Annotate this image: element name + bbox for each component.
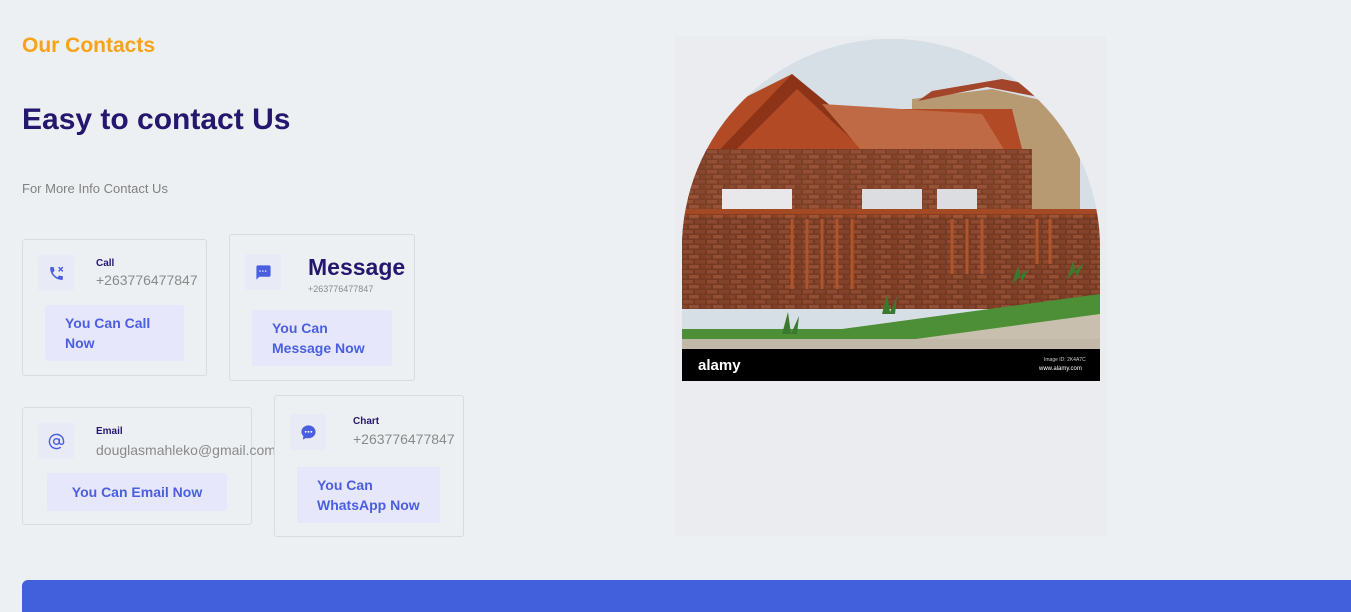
watermark-site: www.alamy.com bbox=[1038, 366, 1082, 372]
message-number: +263776477847 bbox=[308, 284, 374, 294]
call-number: +263776477847 bbox=[96, 272, 198, 288]
at-icon bbox=[38, 423, 74, 459]
email-card: Email douglasmahleko@gmail.com You Can E… bbox=[22, 407, 276, 525]
phone-icon bbox=[38, 255, 74, 291]
message-icon bbox=[245, 254, 281, 290]
call-card: Call +263776477847 You Can Call Now bbox=[22, 239, 207, 376]
message-button[interactable]: You Can Message Now bbox=[252, 310, 392, 366]
watermark-logo: alamy bbox=[698, 357, 741, 374]
chat-card: Chart +263776477847 You Can WhatsApp Now bbox=[274, 395, 464, 537]
section-subtitle: For More Info Contact Us bbox=[22, 181, 168, 196]
watermark-id: Image ID: 2K4A7C bbox=[1044, 357, 1086, 363]
email-address: douglasmahleko@gmail.com bbox=[96, 442, 276, 458]
email-button[interactable]: You Can Email Now bbox=[47, 473, 227, 511]
call-label: Call bbox=[96, 258, 115, 269]
section-eyebrow: Our Contacts bbox=[22, 34, 156, 57]
chat-number: +263776477847 bbox=[353, 431, 455, 447]
message-label: Message bbox=[308, 254, 406, 280]
message-card: Message +263776477847 You Can Message No… bbox=[229, 234, 415, 381]
house-photo: alamy Image ID: 2K4A7C www.alamy.com bbox=[682, 39, 1100, 381]
section-title: Easy to contact Us bbox=[22, 103, 291, 136]
footer-bar bbox=[22, 580, 1351, 612]
whatsapp-button[interactable]: You Can WhatsApp Now bbox=[297, 467, 440, 523]
call-button[interactable]: You Can Call Now bbox=[45, 305, 184, 361]
image-frame: alamy Image ID: 2K4A7C www.alamy.com bbox=[674, 36, 1106, 536]
chat-label: Chart bbox=[353, 416, 380, 427]
email-label: Email bbox=[96, 426, 123, 437]
chat-bubble-icon bbox=[290, 414, 326, 450]
